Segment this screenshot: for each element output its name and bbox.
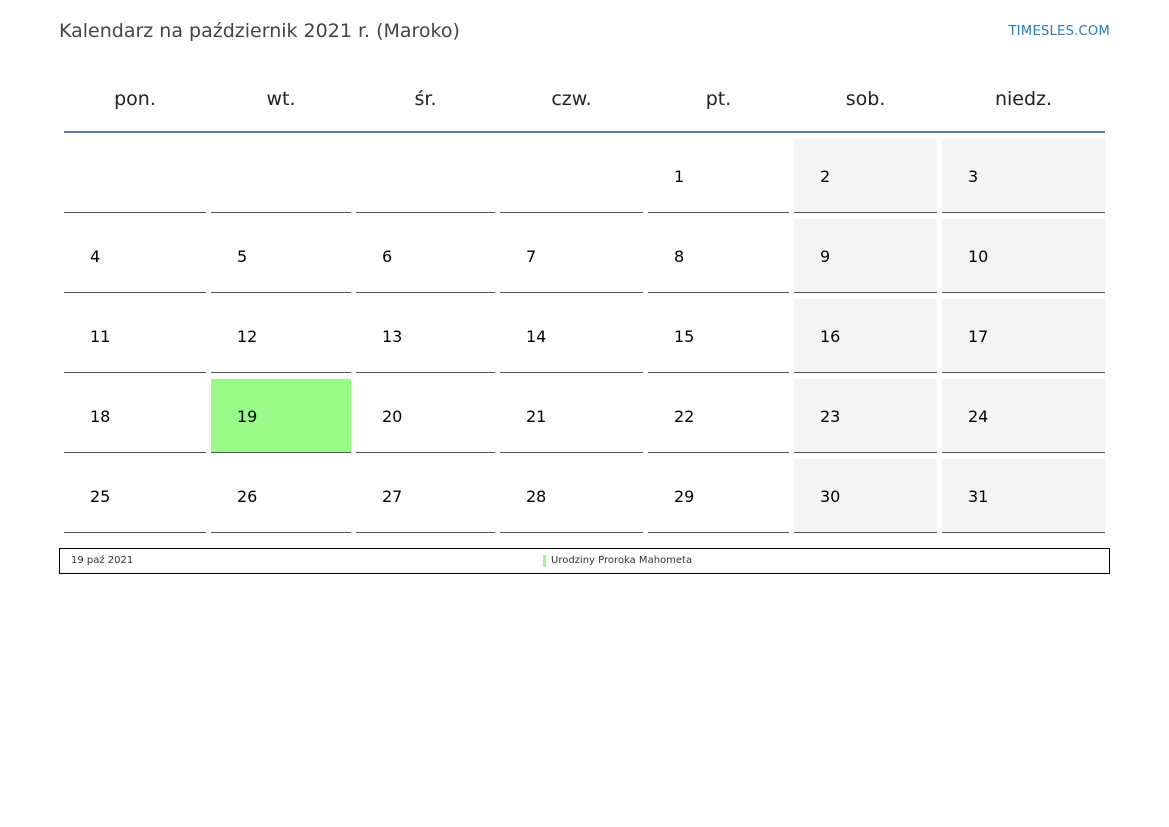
day-cell: 15 [648,299,789,373]
day-number: 13 [382,327,403,346]
day-cell-weekend: 16 [794,299,937,373]
day-number: 18 [90,407,111,426]
weekday-wed: śr. [414,88,437,110]
day-number: 21 [526,407,547,426]
day-cell: 26 [211,459,351,533]
day-cell: 13 [356,299,495,373]
day-number: 28 [526,487,547,506]
weekday-thu: czw. [551,88,592,110]
day-number: 29 [674,487,695,506]
day-cell [356,139,495,213]
day-cell-weekend: 2 [794,139,937,213]
day-cell: 6 [356,219,495,293]
day-number: 22 [674,407,695,426]
legend-color-marker [543,555,546,567]
day-number: 8 [674,247,685,266]
day-cell-weekend: 30 [794,459,937,533]
week-row: 1 2 3 [64,134,1105,213]
day-cell: 12 [211,299,351,373]
day-cell-weekend: 9 [794,219,937,293]
day-cell: 5 [211,219,351,293]
day-cell-weekend: 24 [942,379,1105,453]
day-cell [500,139,643,213]
day-number: 27 [382,487,403,506]
page-title: Kalendarz na październik 2021 r. (Maroko… [59,20,460,42]
day-cell: 14 [500,299,643,373]
week-row: 11 12 13 14 15 16 17 [64,294,1105,373]
weekday-tue: wt. [266,88,296,110]
day-number: 30 [820,487,841,506]
day-number: 20 [382,407,403,426]
holiday-legend: 19 paź 2021 Urodziny Proroka Mahometa [59,548,1110,574]
weekday-sun: niedz. [994,88,1053,110]
day-cell-weekend: 10 [942,219,1105,293]
legend-holiday-name: Urodziny Proroka Mahometa [551,555,693,566]
day-number: 26 [237,487,258,506]
day-cell: 28 [500,459,643,533]
day-cell: 1 [648,139,789,213]
day-cell: 22 [648,379,789,453]
day-cell: 21 [500,379,643,453]
day-cell: 25 [64,459,206,533]
day-number: 14 [526,327,547,346]
weekday-header-row: pon. wt. śr. czw. pt. sob. niedz. [64,80,1105,133]
day-number: 17 [968,327,989,346]
day-number: 9 [820,247,831,266]
weekday-mon: pon. [114,88,156,110]
day-cell: 29 [648,459,789,533]
day-number: 5 [237,247,248,266]
day-cell: 18 [64,379,206,453]
day-cell: 7 [500,219,643,293]
day-number: 24 [968,407,989,426]
day-number: 19 [237,407,258,426]
header-divider [64,131,1105,133]
week-row: 18 19 20 21 22 23 24 [64,374,1105,453]
day-cell-weekend: 17 [942,299,1105,373]
day-number: 1 [674,167,685,186]
day-cell: 8 [648,219,789,293]
day-number: 23 [820,407,841,426]
day-number: 31 [968,487,989,506]
day-number: 25 [90,487,111,506]
week-row: 25 26 27 28 29 30 31 [64,454,1105,533]
weekday-sat: sob. [845,88,886,110]
day-number: 7 [526,247,537,266]
day-cell: 20 [356,379,495,453]
day-number: 2 [820,167,831,186]
calendar-grid: pon. wt. śr. czw. pt. sob. niedz. 1 2 3 … [64,80,1105,533]
weekday-fri: pt. [705,88,732,110]
site-link[interactable]: TIMESLES.COM [1009,24,1110,39]
day-number: 3 [968,167,979,186]
day-number: 6 [382,247,393,266]
day-cell-weekend: 31 [942,459,1105,533]
day-number: 15 [674,327,695,346]
day-cell [211,139,351,213]
legend-date: 19 paź 2021 [71,555,134,566]
day-cell: 4 [64,219,206,293]
day-cell: 27 [356,459,495,533]
day-number: 11 [90,327,111,346]
day-cell-weekend: 23 [794,379,937,453]
day-number: 16 [820,327,841,346]
day-cell-holiday: 19 [211,379,351,453]
day-cell [64,139,206,213]
day-cell: 11 [64,299,206,373]
day-number: 12 [237,327,258,346]
week-row: 4 5 6 7 8 9 10 [64,214,1105,293]
day-cell-weekend: 3 [942,139,1105,213]
day-number: 4 [90,247,101,266]
day-number: 10 [968,247,989,266]
